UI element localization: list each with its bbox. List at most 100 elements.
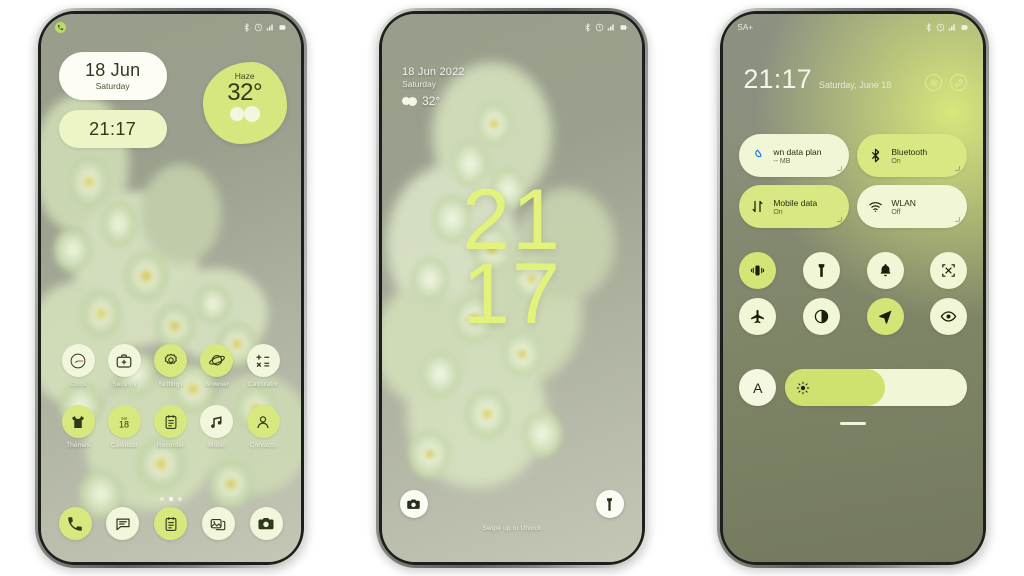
app-label: Browser xyxy=(204,381,230,388)
clock-widget[interactable]: 21:17 xyxy=(58,110,167,148)
mobile-data-icon xyxy=(752,200,763,213)
toggle-dark-mode[interactable] xyxy=(802,298,840,335)
shade-content: 21:17 Saturday, June 18 wn data plan -- … xyxy=(723,14,983,562)
message-icon[interactable] xyxy=(106,507,140,540)
app-clock[interactable]: Clock xyxy=(57,344,100,388)
app-row-1: Clock Security Settings Browser Calculat… xyxy=(51,344,291,388)
screenshot-icon xyxy=(942,264,956,277)
phone-icon[interactable] xyxy=(58,507,92,540)
app-label: Themes xyxy=(66,442,91,449)
wifi-icon xyxy=(869,202,883,212)
music-icon xyxy=(200,405,234,438)
dark-mode-icon xyxy=(814,309,829,324)
alarm-icon xyxy=(595,23,604,31)
app-label: Calendar xyxy=(110,442,138,449)
shade-status-bar: SA+ xyxy=(723,14,983,40)
camera-icon[interactable] xyxy=(249,507,283,540)
clock-icon xyxy=(61,344,95,377)
page-dot[interactable] xyxy=(177,497,182,501)
status-left xyxy=(54,21,66,33)
camera-icon xyxy=(407,499,421,509)
toggle-row-2 xyxy=(739,298,968,335)
shade-header: 21:17 Saturday, June 18 xyxy=(743,66,968,93)
camera-shortcut-button[interactable] xyxy=(399,490,428,518)
app-calculator[interactable]: Calculator xyxy=(242,344,285,388)
toggle-location[interactable] xyxy=(866,298,904,335)
toggle-flashlight[interactable] xyxy=(802,252,840,289)
home-widgets: 18 Jun Saturday 21:17 Haze 32° xyxy=(41,14,301,562)
app-calendar[interactable]: Sat 18 Calendar xyxy=(103,405,146,449)
tile-expand-icon[interactable] xyxy=(955,166,961,171)
lock-weather[interactable]: 32° xyxy=(401,94,465,108)
toggle-eye-comfort[interactable] xyxy=(930,298,968,335)
settings-button[interactable] xyxy=(925,74,943,91)
shade-drag-handle[interactable] xyxy=(840,422,867,425)
shade-header-left: 21:17 Saturday, June 18 xyxy=(743,66,891,93)
security-icon xyxy=(107,344,141,377)
app-grid: Clock Security Settings Browser Calculat… xyxy=(51,344,291,449)
phone-home-screen: 18 Jun Saturday 21:17 Haze 32° Clock Sec… xyxy=(34,8,307,568)
auto-brightness-label: A xyxy=(753,379,763,396)
app-contacts[interactable]: Contacts xyxy=(242,405,285,449)
alarm-icon xyxy=(937,23,945,31)
app-music[interactable]: Music xyxy=(195,405,238,449)
signal-icon xyxy=(949,24,956,30)
flashlight-icon xyxy=(607,497,613,511)
tile-mobile-data[interactable]: Mobile data On xyxy=(739,185,850,228)
carrier-label: SA+ xyxy=(737,22,754,32)
app-label: Settings xyxy=(158,381,183,388)
gear-icon xyxy=(929,78,938,87)
date-widget-date: 18 Jun xyxy=(85,60,141,81)
battery-icon xyxy=(279,24,286,30)
toggle-vibrate[interactable] xyxy=(739,252,777,289)
page-dot[interactable] xyxy=(159,497,164,501)
unlock-hint: Swipe up to Unlock xyxy=(482,525,542,532)
app-themes[interactable]: Themes xyxy=(57,405,100,449)
quick-settings-tiles: wn data plan -- MB Bluetooth On Mobile d… xyxy=(739,134,968,228)
lock-status-bar xyxy=(382,14,642,40)
battery-icon xyxy=(961,24,969,30)
dock xyxy=(53,507,289,540)
notes-icon[interactable] xyxy=(154,507,188,540)
gallery-icon[interactable] xyxy=(201,507,235,540)
home-screen: 18 Jun Saturday 21:17 Haze 32° Clock Sec… xyxy=(40,14,301,562)
tile-expand-icon[interactable] xyxy=(955,217,961,222)
date-widget[interactable]: 18 Jun Saturday xyxy=(58,52,167,100)
tile-expand-icon[interactable] xyxy=(837,166,843,171)
tile-expand-icon[interactable] xyxy=(837,217,843,222)
app-label: Calculator xyxy=(248,381,279,388)
app-settings[interactable]: Settings xyxy=(149,344,192,388)
app-security[interactable]: Security xyxy=(103,344,146,388)
flashlight-shortcut-button[interactable] xyxy=(595,490,624,518)
lock-big-clock: 21 17 xyxy=(382,177,642,342)
toggle-airplane[interactable] xyxy=(739,298,777,335)
tile-data-plan[interactable]: wn data plan -- MB xyxy=(739,134,850,177)
app-label: Security xyxy=(112,381,137,388)
edit-button[interactable] xyxy=(950,74,968,91)
bluetooth-icon xyxy=(585,22,590,32)
weather-widget[interactable]: Haze 32° xyxy=(202,62,287,144)
lock-clock-minutes: 17 xyxy=(462,245,562,342)
auto-brightness-button[interactable]: A xyxy=(739,369,777,406)
lock-content: 18 Jun 2022 Saturday 32° 21 17 Swipe up … xyxy=(382,14,642,562)
brightness-slider[interactable] xyxy=(785,369,968,406)
shade-header-actions xyxy=(925,74,968,93)
toggle-sound[interactable] xyxy=(866,252,904,289)
tile-wlan[interactable]: WLAN Off xyxy=(857,185,968,228)
app-browser[interactable]: Browser xyxy=(195,344,238,388)
app-recorder[interactable]: Recorder xyxy=(149,405,192,449)
weather-temperature: 32° xyxy=(227,79,263,106)
page-indicator[interactable] xyxy=(41,497,301,501)
location-icon xyxy=(878,310,892,324)
lock-temperature: 32° xyxy=(421,94,441,108)
tile-title: Mobile data xyxy=(773,197,818,208)
home-status-bar xyxy=(41,14,301,40)
tile-text: wn data plan -- MB xyxy=(773,147,821,165)
shade-clock: 21:17 xyxy=(743,64,812,94)
toggle-grid xyxy=(739,252,968,335)
toggle-screenshot[interactable] xyxy=(930,252,968,289)
themes-icon xyxy=(61,405,95,438)
lock-screen: 18 Jun 2022 Saturday 32° 21 17 Swipe up … xyxy=(381,14,642,562)
page-dot-active[interactable] xyxy=(168,497,173,501)
tile-bluetooth[interactable]: Bluetooth On xyxy=(857,134,968,177)
